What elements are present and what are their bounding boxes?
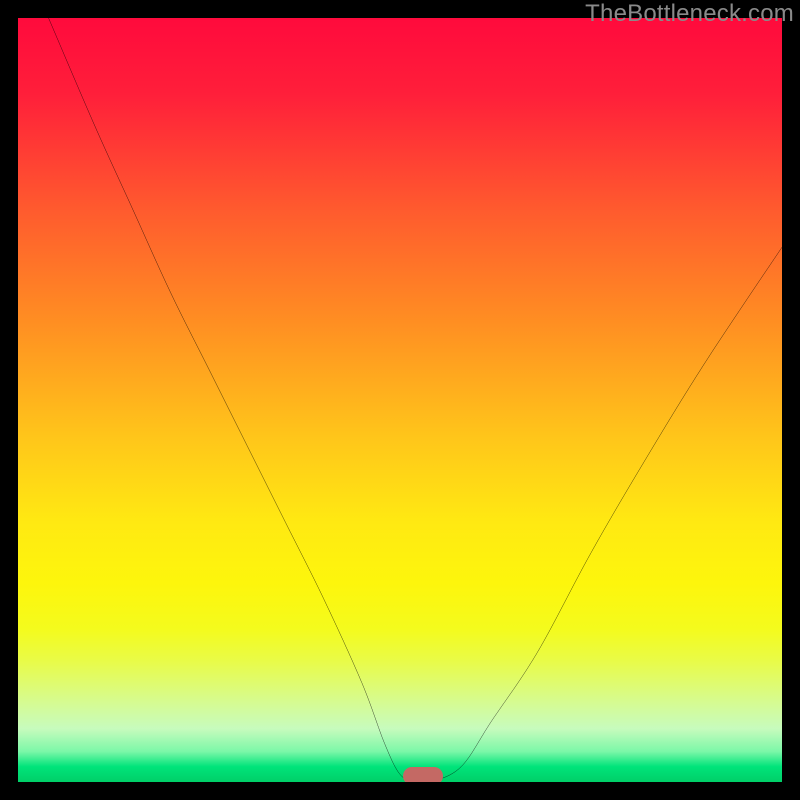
optimal-marker: [403, 767, 443, 782]
chart-frame: TheBottleneck.com: [0, 0, 800, 800]
attribution-text: TheBottleneck.com: [585, 0, 794, 28]
bottleneck-curve: [18, 18, 782, 782]
plot-area: [18, 18, 782, 782]
